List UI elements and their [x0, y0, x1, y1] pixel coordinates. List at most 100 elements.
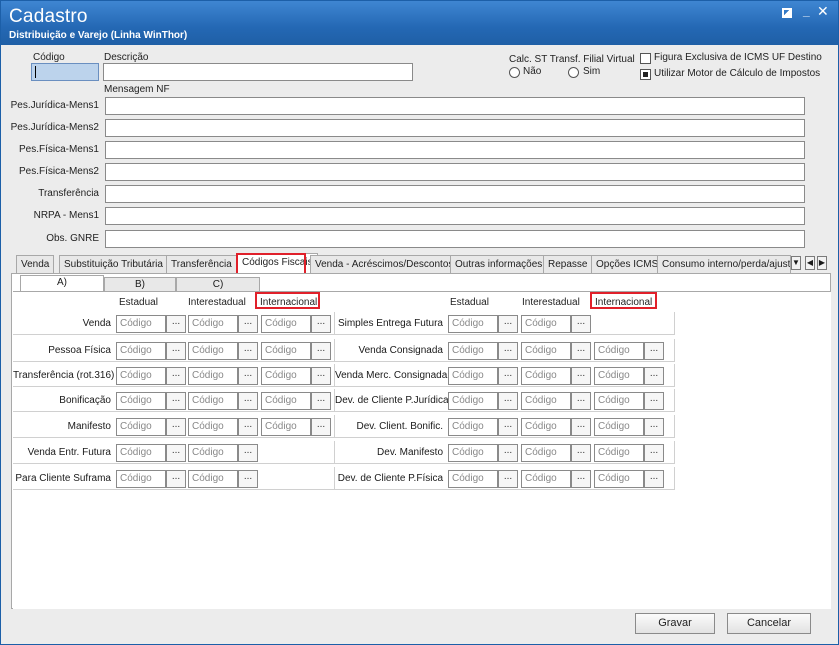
- radio-sim[interactable]: [568, 67, 579, 78]
- codigo-internacional-input[interactable]: Código: [594, 444, 644, 462]
- codigo-internacional-input[interactable]: Código: [594, 367, 644, 385]
- codigo-interestadual-input[interactable]: Código: [521, 367, 571, 385]
- lookup-interestadual-button[interactable]: ...: [571, 470, 591, 488]
- subtab-b[interactable]: B): [104, 277, 176, 292]
- lookup-estadual-button[interactable]: ...: [166, 342, 186, 360]
- tab-scroll-left-icon[interactable]: ◀: [805, 256, 815, 270]
- lookup-interestadual-button[interactable]: ...: [571, 315, 591, 333]
- lookup-interestadual-button[interactable]: ...: [571, 342, 591, 360]
- codigo-interestadual-input[interactable]: Código: [521, 342, 571, 360]
- message-input[interactable]: [105, 141, 805, 159]
- lookup-internacional-button[interactable]: ...: [311, 315, 331, 333]
- tab-dropdown-icon[interactable]: ▼: [791, 256, 801, 270]
- codigo-internacional-input[interactable]: Código: [594, 392, 644, 410]
- tab-outras-informacoes[interactable]: Outras informações: [450, 255, 548, 273]
- lookup-estadual-button[interactable]: ...: [166, 418, 186, 436]
- codigo-interestadual-input[interactable]: Código: [188, 444, 238, 462]
- message-input[interactable]: [105, 163, 805, 181]
- lookup-interestadual-button[interactable]: ...: [238, 418, 258, 436]
- tab-repasse[interactable]: Repasse: [543, 255, 593, 273]
- message-input[interactable]: [105, 119, 805, 137]
- lookup-estadual-button[interactable]: ...: [166, 444, 186, 462]
- codigo-internacional-input[interactable]: Código: [594, 418, 644, 436]
- lookup-estadual-button[interactable]: ...: [166, 392, 186, 410]
- codigo-estadual-input[interactable]: Código: [116, 342, 166, 360]
- lookup-internacional-button[interactable]: ...: [644, 418, 664, 436]
- lookup-internacional-button[interactable]: ...: [644, 342, 664, 360]
- restore-icon[interactable]: [782, 8, 792, 18]
- codigo-estadual-input[interactable]: Código: [116, 444, 166, 462]
- close-icon[interactable]: ✕: [817, 4, 829, 18]
- lookup-interestadual-button[interactable]: ...: [238, 367, 258, 385]
- utilizar-motor-checkbox[interactable]: [640, 69, 651, 80]
- lookup-interestadual-button[interactable]: ...: [238, 392, 258, 410]
- lookup-estadual-button[interactable]: ...: [498, 470, 518, 488]
- lookup-internacional-button[interactable]: ...: [644, 392, 664, 410]
- tab-codigos-fiscais[interactable]: Códigos Fiscais: [237, 253, 318, 273]
- tab-venda[interactable]: Venda: [16, 255, 55, 273]
- lookup-interestadual-button[interactable]: ...: [571, 367, 591, 385]
- title-bar[interactable]: Cadastro Distribuição e Varejo (Linha Wi…: [1, 1, 838, 45]
- lookup-internacional-button[interactable]: ...: [644, 470, 664, 488]
- codigo-internacional-input[interactable]: Código: [261, 315, 311, 333]
- descricao-input[interactable]: [103, 63, 413, 81]
- codigo-internacional-input[interactable]: Código: [594, 470, 644, 488]
- gravar-button[interactable]: Gravar: [635, 613, 715, 634]
- subtab-c[interactable]: C): [176, 277, 260, 292]
- lookup-estadual-button[interactable]: ...: [166, 367, 186, 385]
- codigo-internacional-input[interactable]: Código: [261, 342, 311, 360]
- codigo-estadual-input[interactable]: Código: [116, 392, 166, 410]
- lookup-interestadual-button[interactable]: ...: [238, 444, 258, 462]
- codigo-estadual-input[interactable]: Código: [448, 315, 498, 333]
- codigo-internacional-input[interactable]: Código: [594, 342, 644, 360]
- cancelar-button[interactable]: Cancelar: [727, 613, 811, 634]
- lookup-interestadual-button[interactable]: ...: [571, 392, 591, 410]
- codigo-internacional-input[interactable]: Código: [261, 392, 311, 410]
- codigo-estadual-input[interactable]: Código: [448, 444, 498, 462]
- lookup-estadual-button[interactable]: ...: [166, 315, 186, 333]
- codigo-estadual-input[interactable]: Código: [448, 470, 498, 488]
- codigo-interestadual-input[interactable]: Código: [188, 418, 238, 436]
- codigo-estadual-input[interactable]: Código: [116, 470, 166, 488]
- radio-nao[interactable]: [509, 67, 520, 78]
- codigo-estadual-input[interactable]: Código: [448, 367, 498, 385]
- lookup-internacional-button[interactable]: ...: [644, 444, 664, 462]
- lookup-internacional-button[interactable]: ...: [311, 367, 331, 385]
- codigo-estadual-input[interactable]: Código: [448, 392, 498, 410]
- lookup-interestadual-button[interactable]: ...: [238, 342, 258, 360]
- codigo-estadual-input[interactable]: Código: [116, 315, 166, 333]
- codigo-interestadual-input[interactable]: Código: [521, 418, 571, 436]
- codigo-estadual-input[interactable]: Código: [448, 342, 498, 360]
- codigo-interestadual-input[interactable]: Código: [521, 444, 571, 462]
- codigo-interestadual-input[interactable]: Código: [188, 392, 238, 410]
- lookup-interestadual-button[interactable]: ...: [571, 418, 591, 436]
- tab-venda-acrescimos[interactable]: Venda - Acréscimos/Descontos: [310, 255, 459, 273]
- codigo-interestadual-input[interactable]: Código: [521, 470, 571, 488]
- lookup-interestadual-button[interactable]: ...: [238, 315, 258, 333]
- lookup-estadual-button[interactable]: ...: [498, 315, 518, 333]
- message-input[interactable]: [105, 185, 805, 203]
- codigo-interestadual-input[interactable]: Código: [521, 315, 571, 333]
- lookup-internacional-button[interactable]: ...: [311, 392, 331, 410]
- lookup-estadual-button[interactable]: ...: [498, 342, 518, 360]
- lookup-estadual-button[interactable]: ...: [498, 392, 518, 410]
- codigo-interestadual-input[interactable]: Código: [188, 367, 238, 385]
- codigo-interestadual-input[interactable]: Código: [188, 342, 238, 360]
- codigo-interestadual-input[interactable]: Código: [188, 315, 238, 333]
- lookup-internacional-button[interactable]: ...: [311, 418, 331, 436]
- message-input[interactable]: [105, 97, 805, 115]
- tab-consumo-interno[interactable]: Consumo interno/perda/ajuste: [657, 255, 791, 273]
- subtab-a[interactable]: A): [20, 275, 104, 292]
- minimize-icon[interactable]: _: [803, 5, 810, 17]
- lookup-estadual-button[interactable]: ...: [498, 418, 518, 436]
- tab-substituicao-tributaria[interactable]: Substituição Tributária: [59, 255, 168, 273]
- lookup-estadual-button[interactable]: ...: [166, 470, 186, 488]
- lookup-interestadual-button[interactable]: ...: [571, 444, 591, 462]
- lookup-internacional-button[interactable]: ...: [644, 367, 664, 385]
- codigo-interestadual-input[interactable]: Código: [521, 392, 571, 410]
- lookup-estadual-button[interactable]: ...: [498, 367, 518, 385]
- codigo-estadual-input[interactable]: Código: [116, 418, 166, 436]
- figura-exclusiva-checkbox[interactable]: [640, 53, 651, 64]
- codigo-input[interactable]: [31, 63, 99, 81]
- codigo-internacional-input[interactable]: Código: [261, 418, 311, 436]
